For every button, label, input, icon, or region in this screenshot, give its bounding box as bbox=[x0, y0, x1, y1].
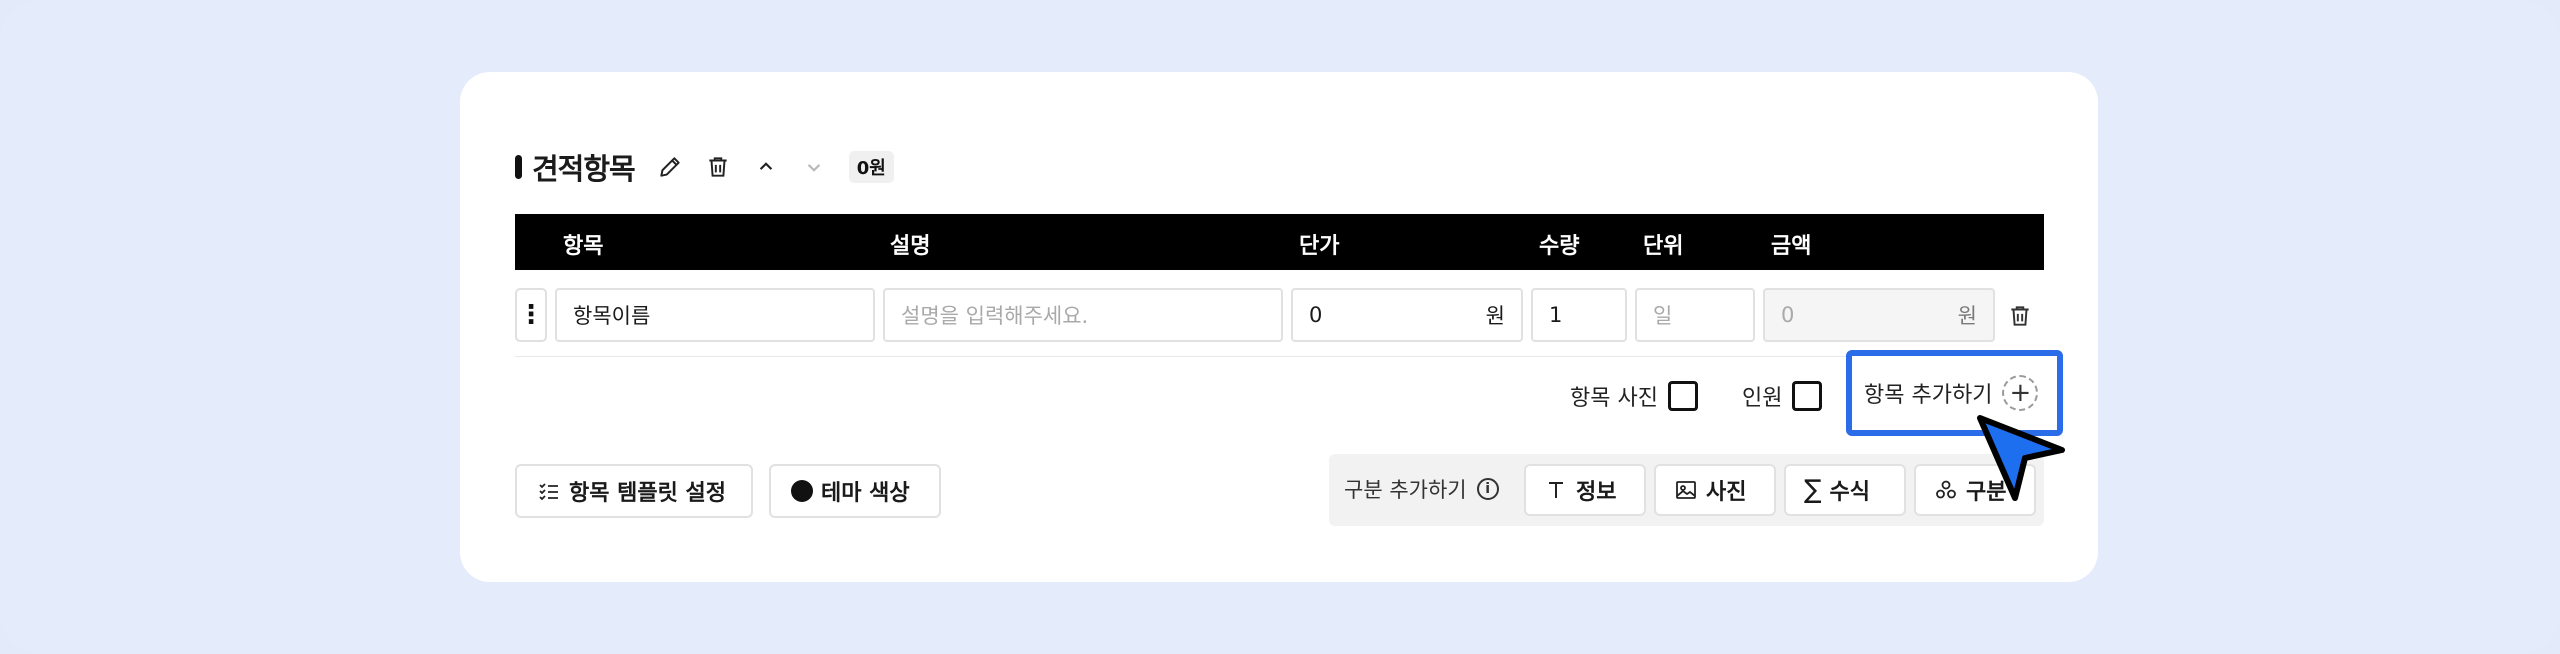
drag-handle-icon[interactable]: ⋮ bbox=[515, 288, 547, 342]
column-header-description: 설명 bbox=[890, 234, 931, 259]
unit-price-value: 0 bbox=[1309, 303, 1323, 327]
column-header-quantity: 수량 bbox=[1539, 234, 1580, 259]
table-header: 항목 설명 단가 수량 단위 금액 bbox=[515, 214, 2044, 270]
add-photo-section-button[interactable]: 사진 bbox=[1654, 464, 1776, 516]
photo-checkbox[interactable] bbox=[1667, 381, 1698, 411]
theme-color-label: 테마 색상 bbox=[821, 481, 910, 506]
cursor-arrow-icon bbox=[1977, 415, 2065, 501]
table-row: ⋮ 항목이름 설명을 입력해주세요. 0 원 1 일 0 원 bbox=[515, 286, 2095, 344]
description-input[interactable]: 설명을 입력해주세요. bbox=[883, 288, 1283, 342]
amount-field: 0 원 bbox=[1763, 288, 1995, 342]
chevron-up-icon[interactable] bbox=[751, 152, 781, 182]
add-section-label-group: 구분 추가하기 i bbox=[1344, 474, 1499, 504]
amount-value: 0 bbox=[1781, 303, 1795, 327]
unit-price-input[interactable]: 0 원 bbox=[1291, 288, 1523, 342]
sigma-icon: ∑ bbox=[1804, 475, 1822, 505]
add-item-label: 항목 추가하기 bbox=[1864, 383, 1993, 408]
photo-section-label: 사진 bbox=[1706, 480, 1747, 505]
chevron-down-icon[interactable] bbox=[799, 152, 829, 182]
total-badge: 0원 bbox=[848, 151, 894, 183]
image-icon bbox=[1674, 478, 1698, 502]
template-settings-button[interactable]: 항목 템플릿 설정 bbox=[515, 464, 753, 518]
person-option-label: 인원 bbox=[1742, 386, 1783, 411]
info-section-label: 정보 bbox=[1576, 480, 1617, 505]
add-info-section-button[interactable]: 정보 bbox=[1524, 464, 1646, 516]
theme-color-button[interactable]: 테마 색상 bbox=[769, 464, 941, 518]
column-header-unit: 단위 bbox=[1643, 234, 1684, 259]
trash-icon[interactable] bbox=[703, 152, 733, 182]
unit-price-suffix: 원 bbox=[1485, 304, 1505, 328]
column-header-item: 항목 bbox=[563, 234, 604, 259]
row-divider bbox=[515, 356, 2044, 357]
checklist-icon bbox=[537, 479, 561, 503]
column-header-amount: 금액 bbox=[1771, 234, 1812, 259]
section-title: 견적항목 bbox=[532, 152, 636, 186]
unit-input[interactable]: 일 bbox=[1635, 288, 1755, 342]
add-formula-section-button[interactable]: ∑ 수식 bbox=[1784, 464, 1906, 516]
template-settings-label: 항목 템플릿 설정 bbox=[569, 481, 726, 506]
add-section-toolbar: 구분 추가하기 i 정보 사진 ∑ 수식 구분 bbox=[1329, 454, 2044, 526]
add-section-label: 구분 추가하기 bbox=[1344, 478, 1467, 502]
column-header-unit-price: 단가 bbox=[1299, 234, 1340, 259]
section-marker bbox=[515, 155, 522, 179]
formula-section-label: 수식 bbox=[1829, 480, 1871, 505]
estimate-card: 견적항목 0원 항목 설명 단가 수량 단위 금액 ⋮ 항목이름 설명을 입력해… bbox=[460, 72, 2098, 582]
photo-option[interactable]: 항목 사진 bbox=[1570, 378, 1698, 414]
quantity-input[interactable]: 1 bbox=[1531, 288, 1627, 342]
edit-pencil-icon[interactable] bbox=[655, 152, 685, 182]
item-name-input[interactable]: 항목이름 bbox=[555, 288, 875, 342]
text-icon bbox=[1544, 478, 1568, 502]
person-option[interactable]: 인원 bbox=[1742, 378, 1823, 414]
section-header: 견적항목 0원 bbox=[515, 150, 894, 186]
group-icon bbox=[1934, 478, 1958, 502]
person-checkbox[interactable] bbox=[1792, 381, 1823, 411]
color-dot-icon bbox=[791, 480, 813, 502]
row-delete-trash-icon[interactable] bbox=[2007, 302, 2033, 330]
photo-option-label: 항목 사진 bbox=[1570, 386, 1658, 411]
plus-icon: + bbox=[2002, 375, 2039, 411]
info-icon[interactable]: i bbox=[1476, 478, 1499, 500]
amount-suffix: 원 bbox=[1957, 304, 1977, 328]
